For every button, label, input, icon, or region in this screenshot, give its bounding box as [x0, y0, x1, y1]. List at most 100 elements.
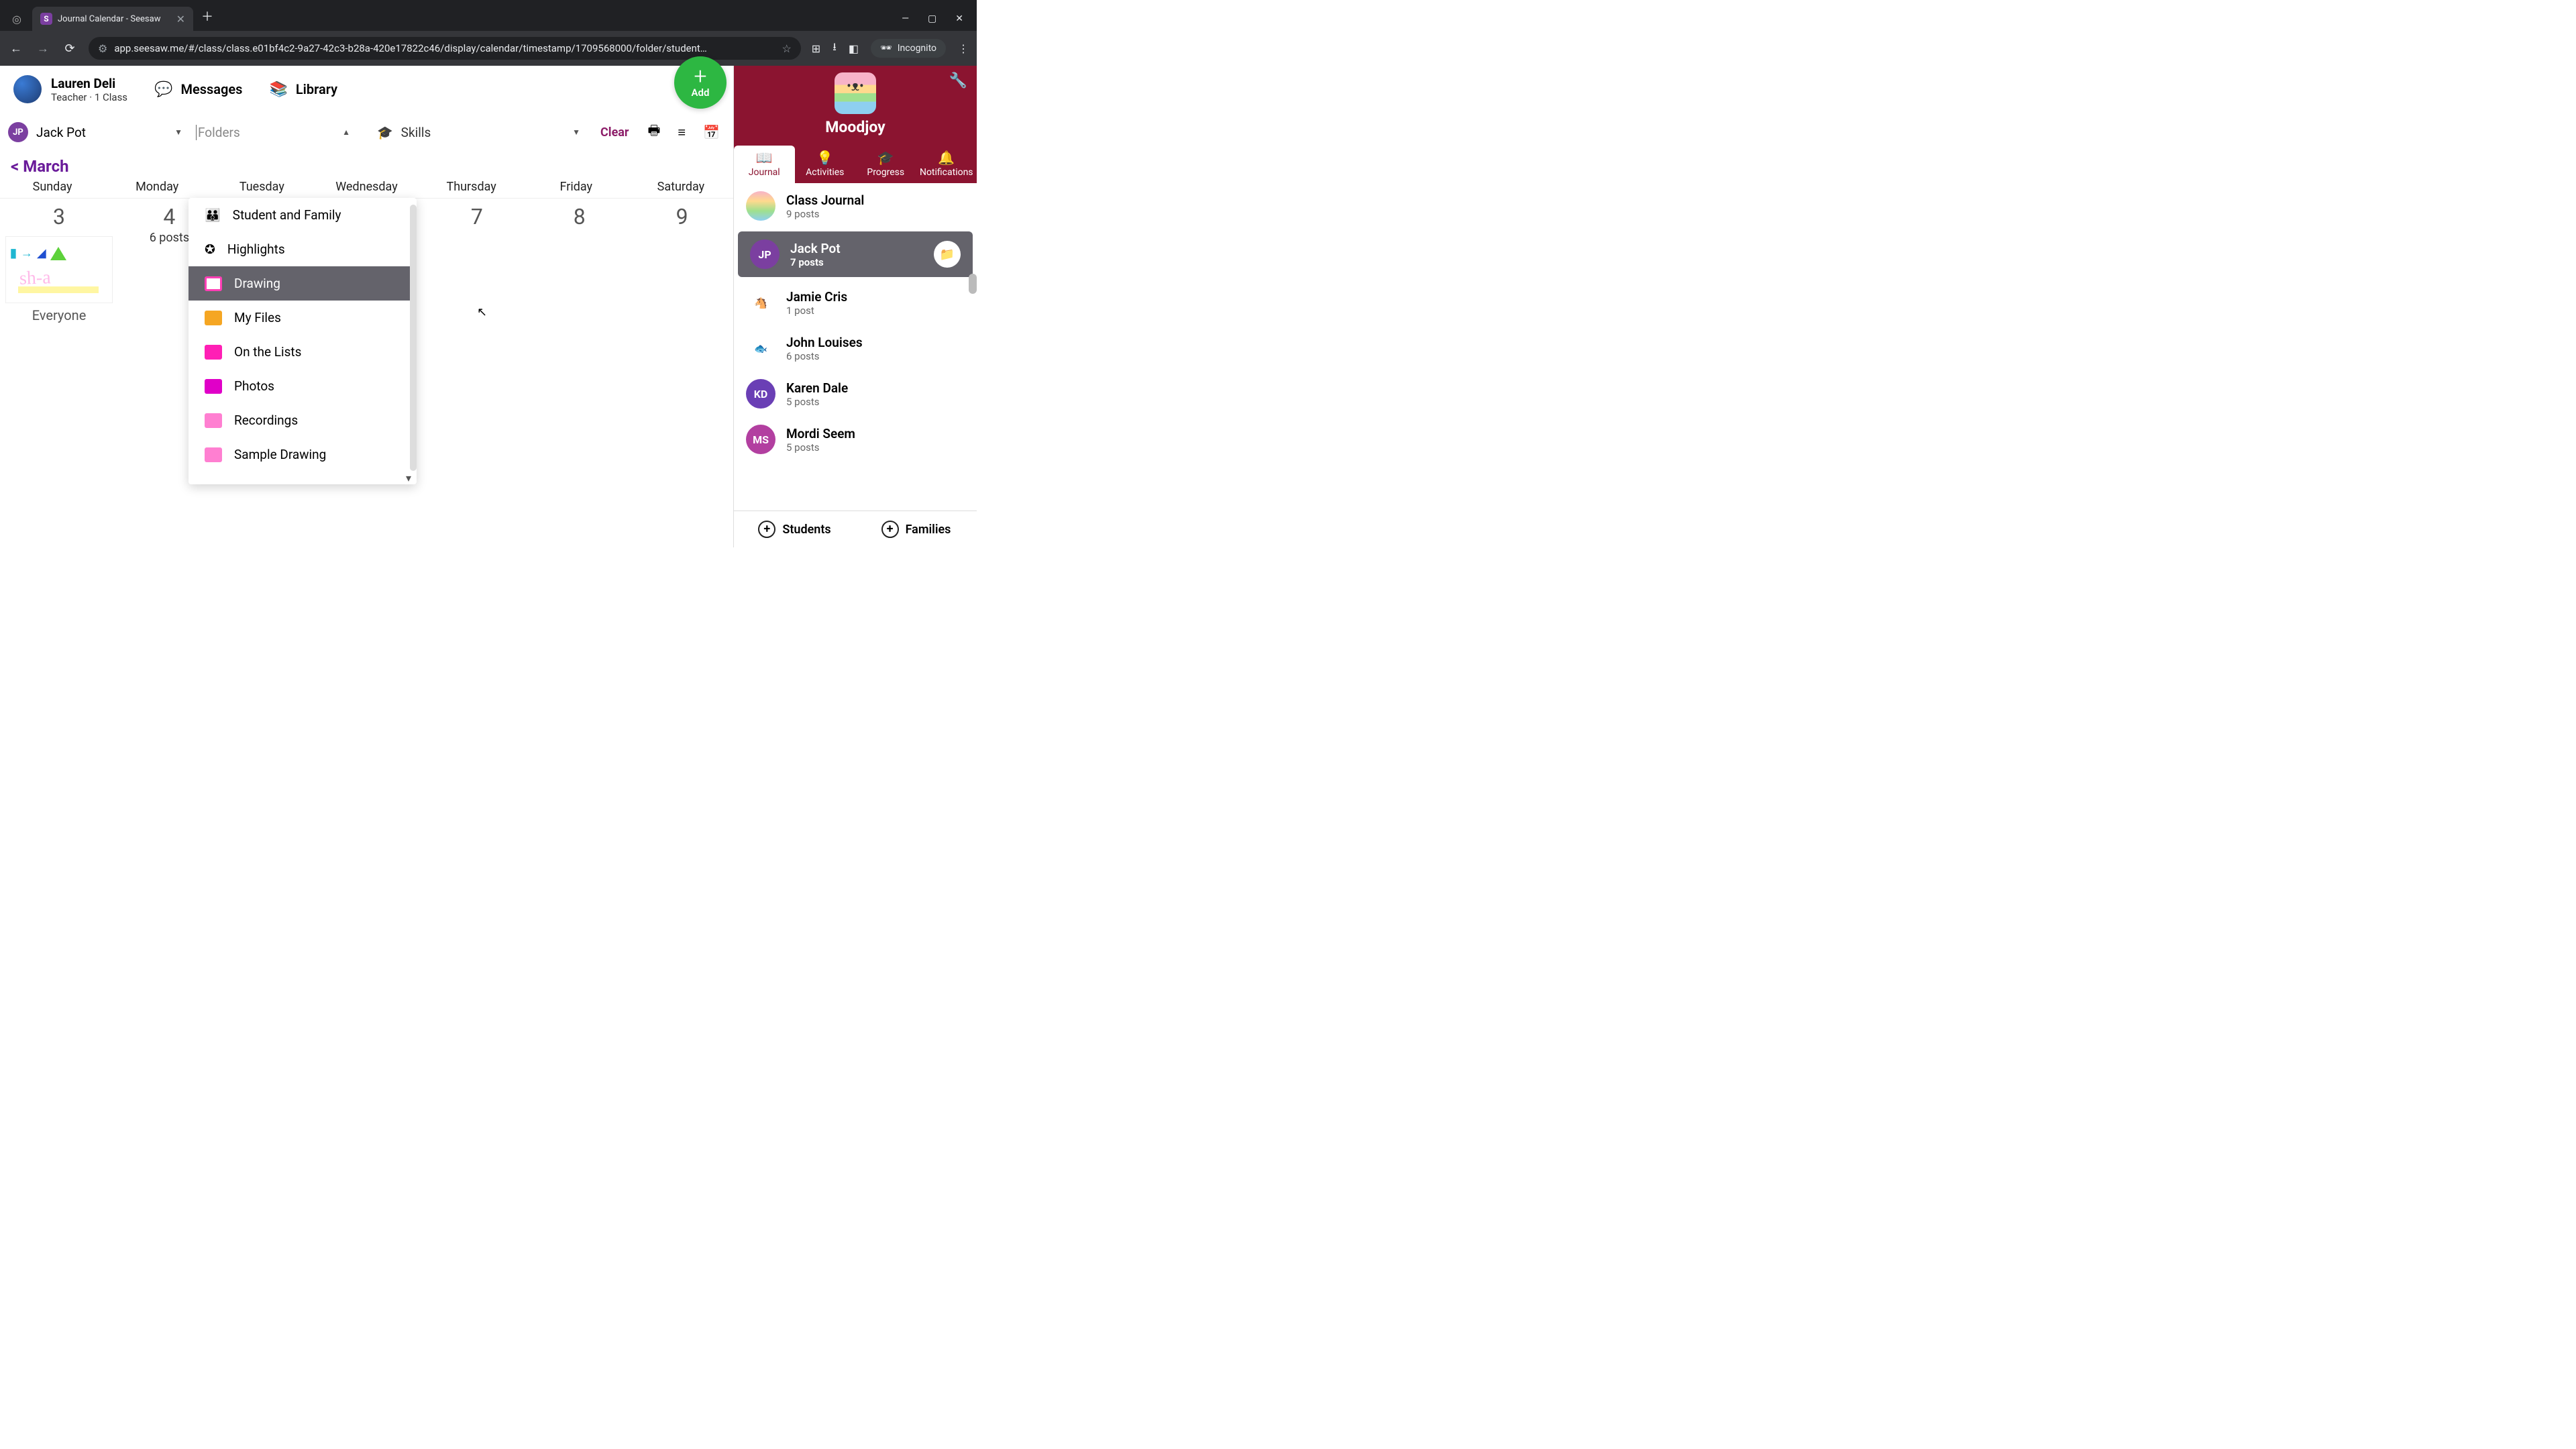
class-name: Moodjoy: [734, 118, 977, 136]
class-header: 🔧 Moodjoy: [734, 66, 977, 146]
folders-dropdown[interactable]: Folders ▲: [189, 125, 364, 140]
scrollbar[interactable]: [410, 205, 417, 471]
filter-bar: JP Jack Pot ▼ Folders ▲ 🎓 Skills ▼ Clear…: [0, 113, 733, 152]
day-head-mon: Monday: [105, 176, 209, 198]
folder-icon: [205, 276, 222, 291]
clear-filters-button[interactable]: Clear: [600, 125, 629, 140]
browser-toolbar: ← → ⟳ ⚙ app.seesaw.me/#/class/class.e01b…: [0, 31, 977, 66]
skills-icon: 🎓: [377, 125, 393, 140]
site-info-icon[interactable]: ⚙: [98, 42, 107, 55]
tab-journal[interactable]: 📖Journal: [734, 146, 795, 183]
day-head-wed: Wednesday: [314, 176, 419, 198]
list-item[interactable]: Class Journal9 posts: [734, 183, 977, 229]
folder-item-on-the-lists[interactable]: On the Lists: [189, 335, 417, 369]
class-logo[interactable]: [835, 72, 876, 114]
list-item[interactable]: MS Mordi Seem5 posts: [734, 417, 977, 462]
app-top-bar: Lauren Deli Teacher · 1 Class 💬 Messages…: [0, 66, 733, 113]
avatar: KD: [746, 379, 775, 409]
tab-favicon: S: [40, 13, 52, 25]
calendar-grid: 3 ▮→◢ sh-a Everyone 4 6 posts 7 8 9: [0, 198, 733, 332]
browser-menu-icon[interactable]: ⋮: [958, 42, 969, 55]
add-button[interactable]: + Add: [674, 56, 727, 109]
nav-library[interactable]: 📚 Library: [269, 81, 337, 98]
incognito-badge[interactable]: 🕶 Incognito: [871, 39, 946, 58]
reload-icon[interactable]: ⟳: [62, 42, 78, 56]
extensions-icon[interactable]: ⊞: [812, 42, 820, 55]
print-icon[interactable]: 🖶: [648, 121, 661, 144]
class-tabs: 📖Journal 💡Activities 🎓Progress 🔔Notifica…: [734, 146, 977, 183]
folder-item-photos[interactable]: Photos: [189, 369, 417, 403]
browser-tab[interactable]: S Journal Calendar - Seesaw ✕: [32, 7, 193, 31]
calendar-day-headers: Sunday Monday Tuesday Wednesday Thursday…: [0, 176, 733, 198]
list-item[interactable]: KD Karen Dale5 posts: [734, 371, 977, 417]
list-view-icon[interactable]: ≡: [678, 124, 686, 141]
plus-icon: +: [694, 66, 706, 87]
student-initials-badge: JP: [8, 122, 28, 142]
people-icon: 👪: [205, 207, 221, 223]
forward-icon[interactable]: →: [35, 42, 51, 56]
address-bar[interactable]: ⚙ app.seesaw.me/#/class/class.e01bf4c2-9…: [89, 37, 801, 60]
add-families-button[interactable]: +Families: [862, 521, 970, 538]
chevron-down-icon: ▼: [572, 127, 580, 137]
folder-item-recordings[interactable]: Recordings: [189, 403, 417, 437]
sidepanel-icon[interactable]: ◧: [849, 42, 859, 55]
tab-title: Journal Calendar - Seesaw: [58, 14, 171, 24]
plus-circle-icon: +: [881, 521, 899, 538]
list-item[interactable]: 🐟 John Louises6 posts: [734, 325, 977, 371]
day-cell[interactable]: 3 ▮→◢ sh-a Everyone: [0, 198, 118, 332]
avatar: JP: [750, 239, 780, 269]
window-minimize-icon[interactable]: ―: [902, 13, 909, 24]
folder-item-my-files[interactable]: My Files: [189, 301, 417, 335]
window-close-icon[interactable]: ✕: [955, 13, 963, 24]
library-icon: 📚: [269, 81, 287, 98]
list-item[interactable]: 🐴 Jamie Cris1 post: [734, 280, 977, 325]
folder-item-drawing[interactable]: Drawing: [189, 266, 417, 301]
sidebar-bottom-actions: +Students +Families: [734, 511, 977, 547]
more-below-icon[interactable]: ▾: [189, 472, 417, 484]
month-header[interactable]: < March: [0, 152, 733, 176]
tab-progress[interactable]: 🎓Progress: [855, 146, 916, 183]
chevron-down-icon: ▼: [174, 127, 182, 137]
tab-notifications[interactable]: 🔔Notifications: [916, 146, 977, 183]
day-cell[interactable]: 8: [528, 198, 631, 332]
chevron-up-icon: ▲: [342, 127, 350, 137]
add-students-button[interactable]: +Students: [741, 521, 849, 538]
tab-activities[interactable]: 💡Activities: [795, 146, 856, 183]
student-list: Class Journal9 posts JP Jack Pot7 posts …: [734, 183, 977, 511]
new-tab-button[interactable]: ＋: [201, 7, 213, 25]
selected-student-name: Jack Pot: [36, 125, 86, 140]
folder-icon: [205, 413, 222, 428]
post-thumbnail[interactable]: ▮→◢ sh-a: [5, 236, 113, 303]
close-tab-icon[interactable]: ✕: [176, 13, 185, 25]
journal-icon: 📖: [734, 150, 795, 166]
folder-badge-icon: 📁: [934, 241, 961, 268]
day-cell[interactable]: 9: [631, 198, 733, 332]
back-icon[interactable]: ←: [8, 42, 24, 56]
calendar-view-icon[interactable]: 📅: [703, 124, 720, 140]
progress-icon: 🎓: [855, 150, 916, 166]
folder-icon: [205, 311, 222, 325]
folder-item-sample-drawing[interactable]: Sample Drawing: [189, 437, 417, 472]
list-item[interactable]: JP Jack Pot7 posts 📁: [738, 231, 973, 277]
class-sidebar: 🔧 Moodjoy 📖Journal 💡Activities 🎓Progress…: [733, 66, 977, 547]
settings-wrench-icon[interactable]: 🔧: [949, 72, 967, 89]
window-maximize-icon[interactable]: ▢: [928, 13, 936, 24]
folder-icon: [205, 379, 222, 394]
current-user-chip[interactable]: Lauren Deli Teacher · 1 Class: [13, 75, 127, 103]
scrollbar[interactable]: [969, 274, 977, 294]
browser-tab-strip: ◎ S Journal Calendar - Seesaw ✕ ＋ ― ▢ ✕: [0, 0, 977, 31]
day-head-thu: Thursday: [419, 176, 524, 198]
folder-item-highlights[interactable]: ✪ Highlights: [189, 232, 417, 266]
folder-item-student-family[interactable]: 👪 Student and Family: [189, 198, 417, 232]
student-selector[interactable]: JP Jack Pot ▼: [8, 122, 182, 142]
avatar: [746, 191, 775, 221]
bookmark-star-icon[interactable]: ☆: [782, 42, 791, 55]
skills-dropdown[interactable]: 🎓 Skills ▼: [370, 125, 594, 140]
downloads-icon[interactable]: ⭳: [833, 40, 837, 58]
folders-dropdown-panel: 👪 Student and Family ✪ Highlights Drawin…: [189, 198, 417, 484]
nav-messages[interactable]: 💬 Messages: [154, 81, 242, 98]
plus-circle-icon: +: [758, 521, 775, 538]
bell-icon: 🔔: [916, 150, 977, 166]
profile-shield-icon[interactable]: ◎: [5, 7, 28, 30]
day-head-sat: Saturday: [629, 176, 733, 198]
